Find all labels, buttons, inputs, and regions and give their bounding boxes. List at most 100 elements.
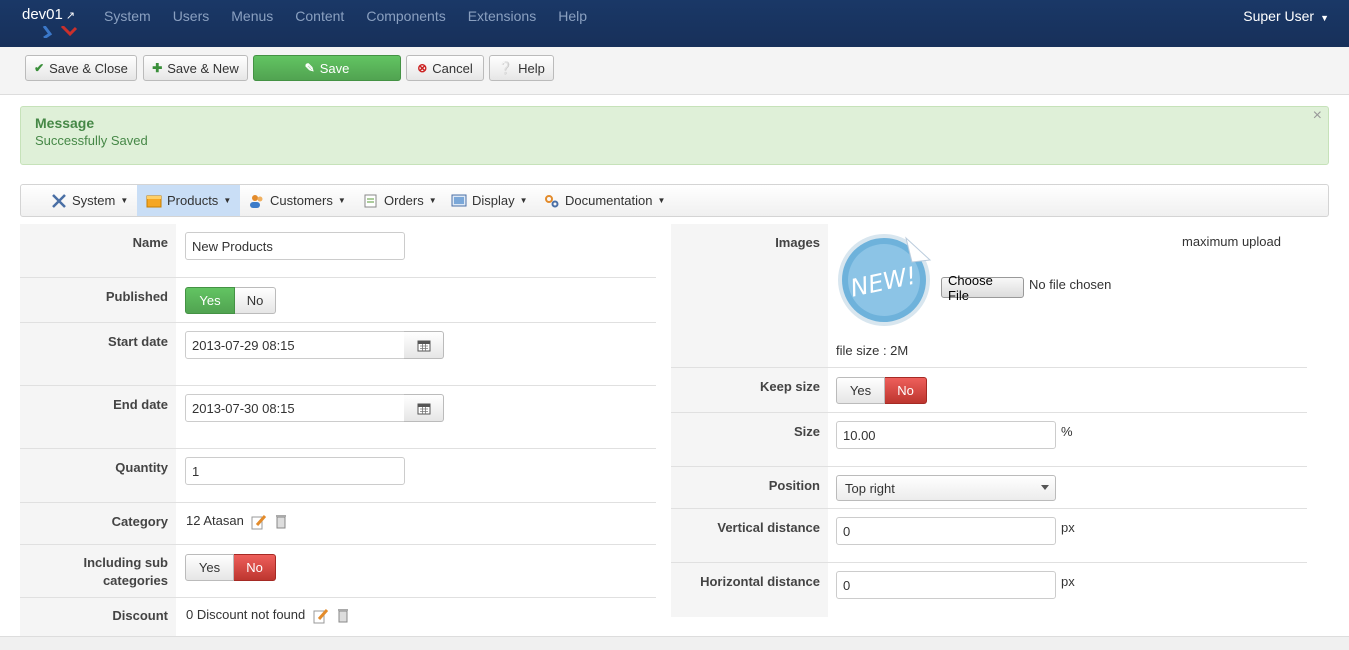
discount-value-wrap: 0 Discount not found [186, 607, 349, 624]
submenu-documentation[interactable]: Documentation ▼ [544, 185, 665, 216]
caret-down-icon: ▼ [120, 196, 129, 205]
top-navbar: dev01 ↗ System Users Menus Content Compon… [0, 0, 1349, 47]
horizontal-distance-unit: px [1061, 574, 1075, 589]
trash-icon[interactable] [337, 608, 349, 623]
published-toggle: Yes No [185, 287, 276, 314]
size-input[interactable]: 10.00 [836, 421, 1056, 449]
caret-down-icon: ▼ [657, 196, 666, 205]
horizontal-distance-input[interactable]: 0 [836, 571, 1056, 599]
keep-size-no-button[interactable]: No [885, 377, 927, 404]
site-name: dev01 [22, 6, 63, 23]
position-select-value: Top right [845, 480, 895, 496]
subcat-toggle: Yes No [185, 554, 276, 581]
edit-icon: ✎ [304, 61, 315, 75]
menu-extensions[interactable]: Extensions [468, 8, 536, 24]
start-date-calendar-button[interactable] [404, 331, 444, 359]
subcat-row [20, 545, 656, 598]
caret-down-icon: ▼ [1320, 13, 1329, 23]
file-size-text: file size : 2M [836, 343, 909, 358]
max-upload-text: maximum upload [1182, 234, 1281, 249]
submenu-display[interactable]: Display ▼ [451, 185, 528, 216]
menu-users[interactable]: Users [173, 8, 210, 24]
submenu-products[interactable]: Products ▼ [137, 185, 241, 216]
no-file-text: No file chosen [1029, 277, 1112, 292]
menu-help[interactable]: Help [558, 8, 587, 24]
gears-icon [545, 194, 559, 207]
choose-file-button[interactable]: Choose File [941, 273, 1024, 303]
tools-icon [52, 193, 66, 208]
cancel-button[interactable]: ⊗ Cancel [406, 55, 484, 81]
submenu-system[interactable]: System ▼ [51, 185, 128, 216]
category-value: 12 Atasan [186, 513, 244, 528]
display-icon [451, 194, 467, 206]
submenu-orders[interactable]: Orders ▼ [363, 185, 437, 216]
submenu-system-label: System [72, 193, 116, 208]
start-date-input[interactable]: 2013-07-29 08:15 [185, 331, 405, 359]
site-brand-link[interactable]: dev01 ↗ [22, 6, 75, 23]
save-close-label: Save & Close [49, 60, 128, 76]
status-footer [0, 636, 1349, 650]
save-new-button[interactable]: ✚ Save & New [143, 55, 248, 81]
save-button[interactable]: ✎ Save [253, 55, 401, 81]
submenu-customers[interactable]: Customers ▼ [249, 185, 346, 216]
user-name: Super User [1243, 8, 1315, 24]
box-icon [146, 195, 162, 207]
name-input[interactable]: New Products [185, 232, 405, 260]
menu-content[interactable]: Content [295, 8, 344, 24]
discount-value: 0 Discount not found [186, 607, 306, 622]
save-label: Save [319, 60, 350, 76]
edit-pencil-icon[interactable] [313, 608, 329, 624]
keep-size-row [671, 368, 1307, 413]
help-button[interactable]: ❔ Help [489, 55, 554, 81]
published-row [20, 278, 656, 323]
size-unit: % [1061, 424, 1073, 439]
cancel-label: Cancel [432, 60, 473, 76]
user-menu[interactable]: Super User ▼ [1243, 8, 1329, 24]
external-link-icon: ↗ [65, 10, 76, 22]
calendar-icon [417, 403, 430, 414]
cancel-circle-icon: ⊗ [417, 61, 428, 75]
joomla-logo-icon [42, 26, 78, 38]
published-yes-button[interactable]: Yes [185, 287, 235, 314]
save-close-button[interactable]: ✔ Save & Close [25, 55, 137, 81]
orders-icon [364, 194, 377, 207]
chevron-down-icon [1041, 485, 1049, 490]
plus-icon: ✚ [152, 61, 163, 75]
submenu-orders-label: Orders [384, 193, 424, 208]
keep-size-yes-button[interactable]: Yes [836, 377, 885, 404]
close-icon[interactable]: × [1313, 107, 1322, 125]
keep-size-toggle: Yes No [836, 377, 927, 404]
category-value-wrap: 12 Atasan [186, 513, 287, 530]
submenu-products-label: Products [167, 193, 219, 208]
calendar-icon [417, 340, 430, 351]
caret-down-icon: ▼ [428, 196, 437, 205]
quantity-input[interactable]: 1 [185, 457, 405, 485]
main-menu: System Users Menus Content Components Ex… [104, 8, 609, 24]
vertical-distance-unit: px [1061, 520, 1075, 535]
position-select[interactable]: Top right [836, 475, 1056, 501]
new-badge-image: NEW! [838, 234, 932, 326]
subcat-no-button[interactable]: No [234, 554, 276, 581]
vertical-distance-input[interactable]: 0 [836, 517, 1056, 545]
submenu-display-label: Display [472, 193, 515, 208]
edit-pencil-icon[interactable] [251, 514, 267, 530]
caret-down-icon: ▼ [223, 196, 232, 205]
help-label: Help [518, 60, 545, 76]
discount-label: Discount [20, 598, 176, 636]
save-new-label: Save & New [167, 60, 239, 76]
submenu-documentation-label: Documentation [565, 193, 653, 208]
caret-down-icon: ▼ [337, 196, 346, 205]
trash-icon[interactable] [275, 514, 287, 529]
success-message: Message Successfully Saved × [20, 106, 1329, 165]
end-date-calendar-button[interactable] [404, 394, 444, 422]
published-no-button[interactable]: No [235, 287, 276, 314]
end-date-input[interactable]: 2013-07-30 08:15 [185, 394, 405, 422]
menu-components[interactable]: Components [366, 8, 445, 24]
check-icon: ✔ [34, 61, 45, 75]
submenu-customers-label: Customers [270, 193, 333, 208]
subcat-yes-button[interactable]: Yes [185, 554, 234, 581]
menu-system[interactable]: System [104, 8, 151, 24]
horizontal-distance-label: Horizontal distance [671, 563, 828, 617]
menu-menus[interactable]: Menus [231, 8, 273, 24]
message-title: Message [35, 115, 95, 131]
